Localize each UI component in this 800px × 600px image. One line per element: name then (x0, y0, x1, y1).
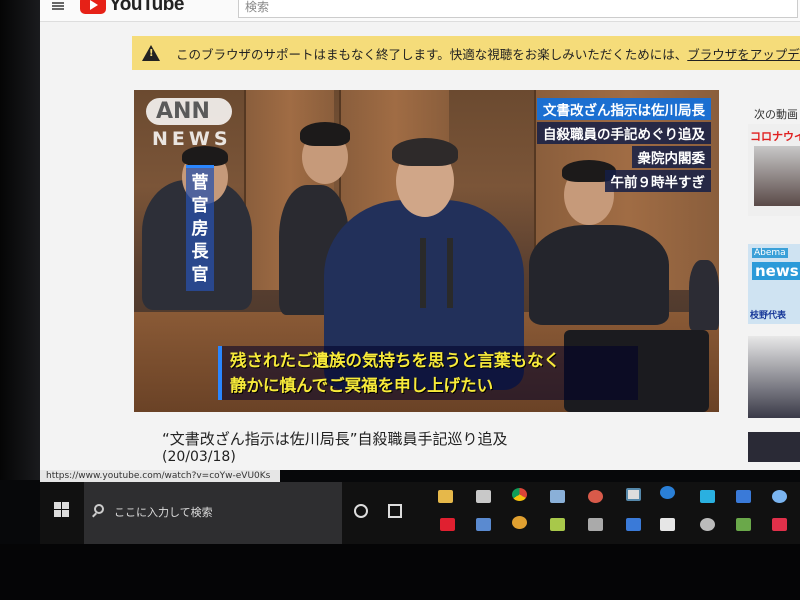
caption-committee: 衆院内閣委 (631, 146, 711, 168)
browser-warning-banner: このブラウザのサポートはまもなく終了します。快適な視聴をお楽しみいただくためには… (132, 36, 800, 70)
monitor-bezel-bottom (0, 544, 800, 600)
caption-time: 午前９時半すぎ (604, 170, 711, 192)
windows-taskbar: ここに入力して検索 (40, 482, 800, 544)
yahoo-icon[interactable] (440, 518, 455, 531)
subtitle-line: 静かに慎んでご冥福を申し上げたい (230, 376, 494, 395)
video-title: “文書改ざん指示は佐川局長”自殺職員手記巡り追及 (162, 430, 508, 448)
calendar-icon[interactable] (626, 518, 641, 531)
taskbar-search-box[interactable]: ここに入力して検索 (84, 482, 342, 544)
app-icon[interactable] (588, 518, 603, 531)
video-date: (20/03/18) (162, 449, 236, 465)
news-logo-text: NEWS (152, 128, 232, 150)
subtitle-line: 残されたご遺族の気持ちを思うと言葉もなく (230, 351, 560, 370)
windows-start-icon[interactable] (54, 502, 70, 518)
app-icon[interactable] (626, 488, 641, 501)
app-icon[interactable] (476, 518, 491, 531)
recommended-video-thumbnail[interactable]: Abema news 枝野代表 (748, 244, 800, 324)
app-icon[interactable] (550, 518, 565, 531)
app-icon[interactable] (772, 518, 787, 531)
recommended-video-thumbnail[interactable]: コロナウイル (748, 124, 800, 216)
app-icon[interactable] (736, 518, 751, 531)
youtube-header: YouTube 検索 (40, 0, 800, 22)
warning-icon (142, 45, 160, 61)
up-next-label: 次の動画 (754, 108, 798, 121)
news-caption: 文書改ざん指示は佐川局長 自殺職員の手記めぐり追及 衆院内閣委 午前９時半すぎ (537, 98, 711, 194)
youtube-logo[interactable]: YouTube (80, 0, 184, 16)
caption-headline: 文書改ざん指示は佐川局長 (537, 98, 711, 120)
taskbar-search-text: ここに入力して検索 (114, 506, 213, 519)
recommended-video-thumbnail[interactable] (748, 432, 800, 462)
recommended-video-thumbnail[interactable] (748, 336, 800, 418)
file-explorer-icon[interactable] (438, 490, 453, 503)
calculator-icon[interactable] (736, 490, 751, 503)
search-icon (94, 504, 104, 514)
news-app-icon[interactable] (476, 490, 491, 503)
chrome-icon[interactable] (512, 488, 527, 501)
edge-icon[interactable] (660, 486, 675, 499)
menu-icon[interactable] (52, 2, 64, 10)
speaker-name-caption: 菅官房長官 (186, 165, 214, 291)
app-icon[interactable] (588, 490, 603, 503)
status-url: https://www.youtube.com/watch?v=coYw-eVU… (40, 470, 280, 482)
logo-text: YouTube (109, 0, 184, 15)
video-subtitle: 残されたご遺族の気持ちを思うと言葉もなく 静かに慎んでご冥福を申し上げたい (218, 346, 638, 400)
abema-news-text: news (752, 262, 800, 280)
app-icon[interactable] (700, 490, 715, 503)
caption-subheadline: 自殺職員の手記めぐり追及 (537, 122, 711, 144)
ann-logo-text: ANN (146, 98, 232, 125)
ann-news-logo: ANN NEWS (146, 98, 232, 150)
app-icon[interactable] (550, 490, 565, 503)
search-input[interactable]: 検索 (238, 0, 798, 18)
thumbnail-title: コロナウイル (750, 130, 800, 143)
monitor-screen: YouTube 検索 このブラウザのサポートはまもなく終了します。快適な視聴をお… (0, 0, 800, 600)
app-icon[interactable] (660, 518, 675, 531)
thumbnail-caption: 枝野代表 (750, 311, 787, 321)
app-icon[interactable] (700, 518, 715, 531)
browser-page: YouTube 検索 このブラウザのサポートはまもなく終了します。快適な視聴をお… (40, 0, 800, 470)
banner-message: このブラウザのサポートはまもなく終了します。快適な視聴をお楽しみいただくためには… (176, 46, 688, 62)
youtube-play-icon (80, 0, 106, 14)
update-browser-link[interactable]: ブラウザをアップデー (687, 44, 800, 63)
monitor-bezel (0, 0, 40, 480)
app-icon[interactable] (512, 516, 527, 529)
cortana-icon[interactable] (354, 504, 368, 518)
abema-brand: Abema (752, 248, 788, 258)
eye-icon[interactable] (772, 490, 787, 503)
video-player[interactable]: ANN NEWS 文書改ざん指示は佐川局長 自殺職員の手記めぐり追及 衆院内閣委… (134, 90, 719, 412)
task-view-icon[interactable] (388, 504, 402, 518)
